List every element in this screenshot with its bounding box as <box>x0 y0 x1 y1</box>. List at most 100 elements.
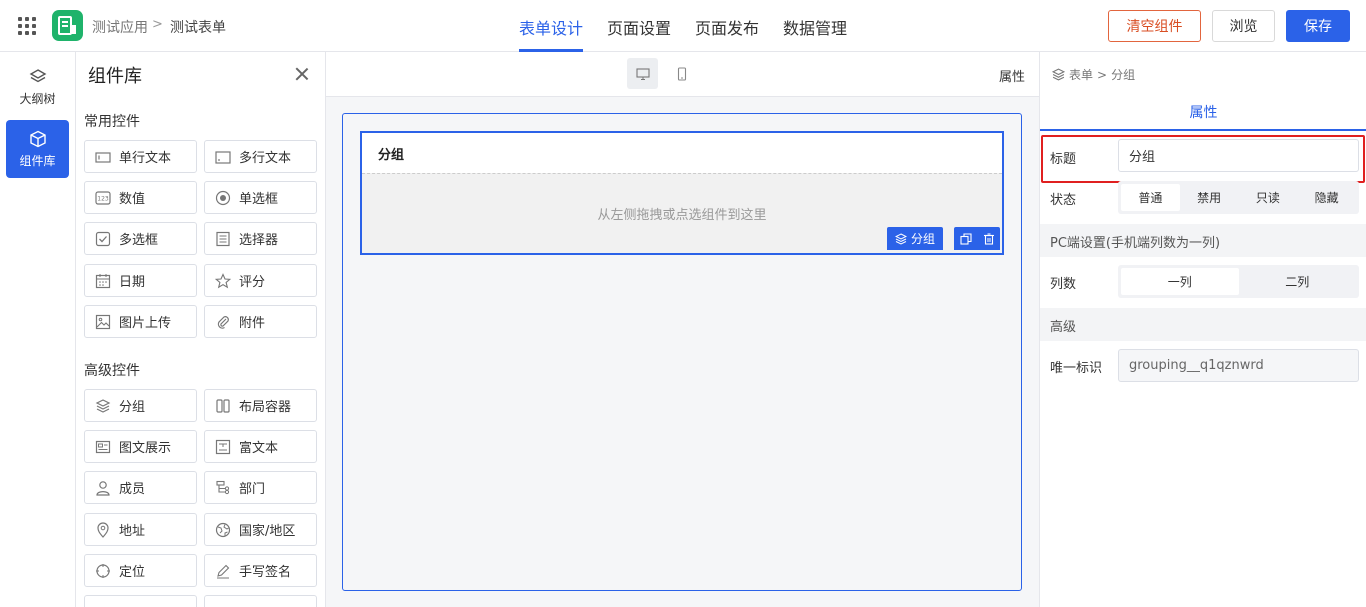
component-multi-line-text[interactable]: 多行文本 <box>204 140 317 173</box>
columns-label: 列数 <box>1050 277 1077 292</box>
save-button[interactable]: 保存 <box>1286 10 1350 42</box>
globe-icon <box>215 522 231 538</box>
canvas-properties-label[interactable]: 属性 <box>999 66 1025 85</box>
paperclip-icon <box>215 314 231 330</box>
checkbox-icon <box>95 231 111 247</box>
component-rich-text[interactable]: 富文本 <box>204 430 317 463</box>
selected-tag-label: 分组 <box>910 232 935 246</box>
columns-one[interactable]: 一列 <box>1121 268 1239 295</box>
component-label: 图片上传 <box>119 316 172 331</box>
star-icon <box>215 272 231 289</box>
mobile-view-button[interactable] <box>666 58 697 89</box>
component-image-text[interactable]: 图文展示 <box>84 430 197 463</box>
component-member[interactable]: 成员 <box>84 471 197 504</box>
breadcrumb-separator: > <box>152 17 163 32</box>
status-label: 状态 <box>1050 193 1077 208</box>
rail-outline-label: 大纲树 <box>19 91 56 106</box>
component-label: 国家/地区 <box>239 524 296 539</box>
rail-outline-tree[interactable]: 大纲树 <box>6 58 69 116</box>
map-pin-icon <box>95 521 111 538</box>
component-address[interactable]: 地址 <box>84 513 197 546</box>
component-actions <box>954 227 1000 250</box>
columns-two[interactable]: 二列 <box>1239 268 1357 295</box>
component-country-region[interactable]: 国家/地区 <box>204 513 317 546</box>
crumb-separator: > <box>1097 67 1108 82</box>
component-label: 地址 <box>119 524 146 539</box>
component-layout-container[interactable]: 布局容器 <box>204 389 317 422</box>
tab-page-publish[interactable]: 页面发布 <box>695 15 759 39</box>
component-label: 图文展示 <box>119 441 172 456</box>
select-icon <box>215 231 231 247</box>
group-title: 分组 <box>378 148 405 163</box>
component-label: 部门 <box>239 482 266 497</box>
component-label: 单选框 <box>239 192 279 207</box>
component-image-upload[interactable]: 图片上传 <box>84 305 197 338</box>
preview-button[interactable]: 浏览 <box>1212 10 1275 42</box>
desktop-view-button[interactable] <box>627 58 658 89</box>
columns-segmented-control: 一列 二列 <box>1118 265 1359 298</box>
unique-id-field[interactable]: grouping__q1qznwrd <box>1118 349 1359 382</box>
copy-icon[interactable] <box>959 232 972 245</box>
rail-component-library[interactable]: 组件库 <box>6 120 69 178</box>
component-department[interactable]: 部门 <box>204 471 317 504</box>
component-label: 布局容器 <box>239 400 292 415</box>
multi-line-text-icon <box>215 149 231 165</box>
status-disabled[interactable]: 禁用 <box>1180 184 1239 211</box>
tab-form-design[interactable]: 表单设计 <box>519 15 583 39</box>
advanced-section: 高级 <box>1040 308 1366 341</box>
highlight-box <box>1041 135 1365 183</box>
component-number[interactable]: 123 数值 <box>84 181 197 214</box>
component-label: 评分 <box>239 275 266 290</box>
close-icon[interactable] <box>294 66 310 82</box>
number-icon: 123 <box>95 190 111 206</box>
component-single-line-text[interactable]: 单行文本 <box>84 140 197 173</box>
component-label: 日期 <box>119 275 146 290</box>
cube-icon <box>29 130 46 147</box>
component-partial[interactable] <box>204 595 317 607</box>
component-location[interactable]: 定位 <box>84 554 197 587</box>
rail-library-label: 组件库 <box>19 153 56 168</box>
clear-components-button[interactable]: 清空组件 <box>1108 10 1201 42</box>
single-line-text-icon <box>95 149 111 165</box>
selected-component-tag[interactable]: 分组 <box>887 227 943 250</box>
pc-settings-section: PC端设置(手机端列数为一列) <box>1040 224 1366 257</box>
crumb-form[interactable]: 表单 <box>1069 66 1093 83</box>
tab-properties[interactable]: 属性 <box>1040 96 1366 131</box>
common-controls-title: 常用控件 <box>84 114 140 130</box>
user-icon <box>95 480 111 496</box>
properties-breadcrumb: 表单 > 分组 <box>1052 66 1135 83</box>
library-title: 组件库 <box>88 66 142 87</box>
tab-data-management[interactable]: 数据管理 <box>783 15 847 39</box>
left-rail: 大纲树 组件库 <box>0 52 76 607</box>
layers-icon <box>29 68 46 82</box>
crumb-group: 分组 <box>1111 68 1136 82</box>
component-rating[interactable]: 评分 <box>204 264 317 297</box>
component-label: 手写签名 <box>239 565 292 580</box>
component-label: 数值 <box>119 192 146 207</box>
form-canvas[interactable]: 分组 从左侧拖拽或点选组件到这里 分组 <box>342 113 1022 591</box>
component-date[interactable]: 日期 <box>84 264 197 297</box>
component-label: 单行文本 <box>119 151 172 166</box>
apps-grid-icon[interactable] <box>18 17 36 35</box>
component-partial[interactable] <box>84 595 197 607</box>
component-signature[interactable]: 手写签名 <box>204 554 317 587</box>
component-group[interactable]: 分组 <box>84 389 197 422</box>
component-label: 成员 <box>119 482 146 497</box>
component-radio[interactable]: 单选框 <box>204 181 317 214</box>
unique-id-label: 唯一标识 <box>1050 361 1103 376</box>
component-select[interactable]: 选择器 <box>204 222 317 255</box>
status-hidden[interactable]: 隐藏 <box>1297 184 1356 211</box>
breadcrumb-form: 测试表单 <box>170 20 226 36</box>
component-checkbox[interactable]: 多选框 <box>84 222 197 255</box>
org-icon <box>215 480 231 496</box>
tab-page-settings[interactable]: 页面设置 <box>607 15 671 39</box>
status-readonly[interactable]: 只读 <box>1239 184 1298 211</box>
calendar-icon <box>95 273 111 289</box>
status-normal[interactable]: 普通 <box>1121 184 1180 211</box>
breadcrumb-app[interactable]: 测试应用 <box>92 17 148 37</box>
component-attachment[interactable]: 附件 <box>204 305 317 338</box>
advanced-controls-title: 高级控件 <box>84 363 140 379</box>
drop-hint: 从左侧拖拽或点选组件到这里 <box>597 208 767 223</box>
image-icon <box>95 314 111 330</box>
trash-icon[interactable] <box>983 233 995 245</box>
